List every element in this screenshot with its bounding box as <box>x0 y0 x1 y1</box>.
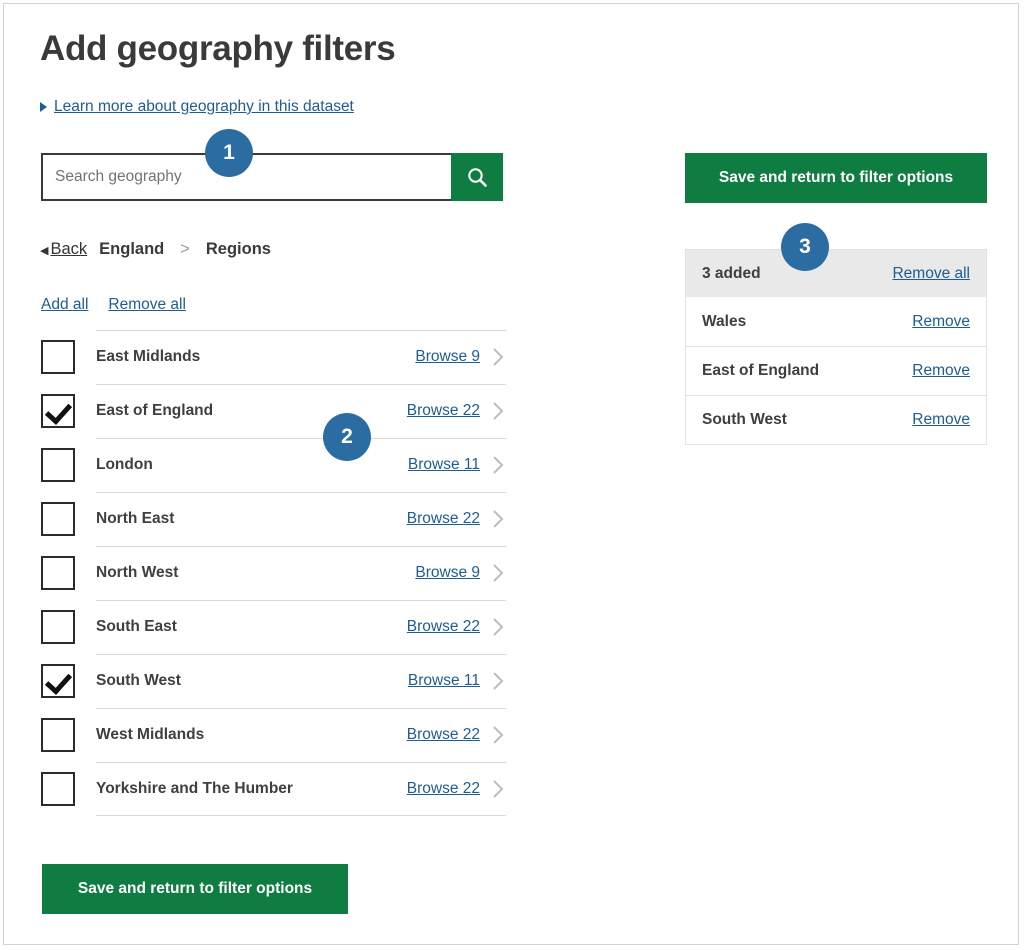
search-bar <box>41 153 503 201</box>
added-items-list: Wales Remove East of England Remove South We… <box>686 297 986 444</box>
option-label: West Midlands <box>96 726 205 743</box>
save-and-return-button-bottom[interactable]: Save and return to filter options <box>42 864 348 914</box>
callout-badge-2: 2 <box>323 413 371 461</box>
row-divider <box>96 546 506 547</box>
option-checkbox[interactable] <box>41 340 75 374</box>
option-checkbox[interactable] <box>41 718 75 752</box>
learn-more-details[interactable]: Learn more about geography in this datas… <box>40 98 354 116</box>
back-label: Back <box>50 240 88 258</box>
chevron-right-icon[interactable] <box>492 400 504 422</box>
back-link[interactable]: ◀ Back <box>40 240 87 259</box>
chevron-right-icon[interactable] <box>492 778 504 800</box>
save-and-return-button-top[interactable]: Save and return to filter options <box>685 153 987 203</box>
page-title: Add geography filters <box>40 29 396 68</box>
option-row: Yorkshire and The Humber Browse 22 <box>41 762 506 816</box>
browse-link[interactable]: Browse 22 <box>407 510 480 528</box>
disclosure-triangle-icon <box>40 102 47 112</box>
browse-link[interactable]: Browse 22 <box>407 402 480 420</box>
breadcrumb: ◀ Back England > Regions <box>40 240 271 259</box>
option-checkbox[interactable] <box>41 502 75 536</box>
option-label: London <box>96 456 153 473</box>
bulk-actions: Add all Remove all <box>41 296 186 314</box>
learn-more-link[interactable]: Learn more about geography in this datas… <box>54 98 354 116</box>
option-row: East Midlands Browse 9 <box>41 330 506 384</box>
added-item-row: Wales Remove <box>686 297 986 346</box>
page-frame: Add geography filters Learn more about g… <box>3 3 1019 945</box>
chevron-right-icon[interactable] <box>492 670 504 692</box>
callout-badge-3: 3 <box>781 223 829 271</box>
chevron-right-icon[interactable] <box>492 454 504 476</box>
chevron-right-icon[interactable] <box>492 346 504 368</box>
row-divider <box>96 384 506 385</box>
row-divider <box>96 654 506 655</box>
option-checkbox[interactable] <box>41 448 75 482</box>
option-row: North West Browse 9 <box>41 546 506 600</box>
added-item-name: East of England <box>702 362 820 379</box>
added-item-row: East of England Remove <box>686 346 986 395</box>
remove-link[interactable]: Remove <box>912 411 970 429</box>
back-arrow-icon: ◀ <box>40 245 49 257</box>
chevron-right-icon[interactable] <box>492 562 504 584</box>
row-divider <box>96 708 506 709</box>
panel-remove-all-link[interactable]: Remove all <box>892 265 970 283</box>
row-divider <box>96 330 506 331</box>
browse-link[interactable]: Browse 9 <box>415 564 480 582</box>
option-label: South West <box>96 672 181 689</box>
option-checkbox[interactable] <box>41 772 75 806</box>
option-label: East Midlands <box>96 348 201 365</box>
browse-link[interactable]: Browse 22 <box>407 618 480 636</box>
row-divider <box>96 492 506 493</box>
option-checkbox[interactable] <box>41 394 75 428</box>
added-filters-panel: 3 added Remove all Wales Remove East of En… <box>685 249 987 445</box>
chevron-right-icon[interactable] <box>492 724 504 746</box>
search-icon <box>468 168 487 187</box>
option-label: North West <box>96 564 179 581</box>
row-divider <box>96 438 506 439</box>
chevron-right-icon[interactable] <box>492 508 504 530</box>
breadcrumb-separator: > <box>180 240 190 258</box>
browse-link[interactable]: Browse 22 <box>407 726 480 744</box>
row-divider <box>96 600 506 601</box>
option-row: South West Browse 11 <box>41 654 506 708</box>
option-checkbox[interactable] <box>41 556 75 590</box>
added-item-row: South West Remove <box>686 395 986 444</box>
option-row: West Midlands Browse 22 <box>41 708 506 762</box>
row-divider <box>96 762 506 763</box>
option-row: East of England Browse 22 <box>41 384 506 438</box>
chevron-right-icon[interactable] <box>492 616 504 638</box>
browse-link[interactable]: Browse 11 <box>408 456 480 474</box>
option-row: North East Browse 22 <box>41 492 506 546</box>
added-panel-header: 3 added Remove all <box>686 250 986 297</box>
option-label: South East <box>96 618 177 635</box>
callout-badge-1: 1 <box>205 129 253 177</box>
remove-link[interactable]: Remove <box>912 362 970 380</box>
page-content: Add geography filters Learn more about g… <box>4 4 1018 944</box>
breadcrumb-current: Regions <box>205 240 271 258</box>
option-label: North East <box>96 510 175 527</box>
browse-link[interactable]: Browse 11 <box>408 672 480 690</box>
breadcrumb-parent: England <box>99 240 165 258</box>
added-item-name: Wales <box>702 312 747 330</box>
option-checkbox[interactable] <box>41 664 75 698</box>
add-all-link[interactable]: Add all <box>41 296 88 314</box>
search-button[interactable] <box>451 153 503 201</box>
option-label: Yorkshire and The Humber <box>96 780 293 797</box>
added-item-name: South West <box>702 411 787 428</box>
browse-link[interactable]: Browse 9 <box>415 348 480 366</box>
option-row: South East Browse 22 <box>41 600 506 654</box>
added-count-label: 3 added <box>702 264 761 282</box>
remove-link[interactable]: Remove <box>912 313 970 331</box>
browse-link[interactable]: Browse 22 <box>407 780 480 798</box>
option-row: London Browse 11 <box>41 438 506 492</box>
remove-all-link[interactable]: Remove all <box>108 296 186 314</box>
option-checkbox[interactable] <box>41 610 75 644</box>
geography-options-list: East Midlands Browse 9 East of England Brow… <box>41 330 506 816</box>
